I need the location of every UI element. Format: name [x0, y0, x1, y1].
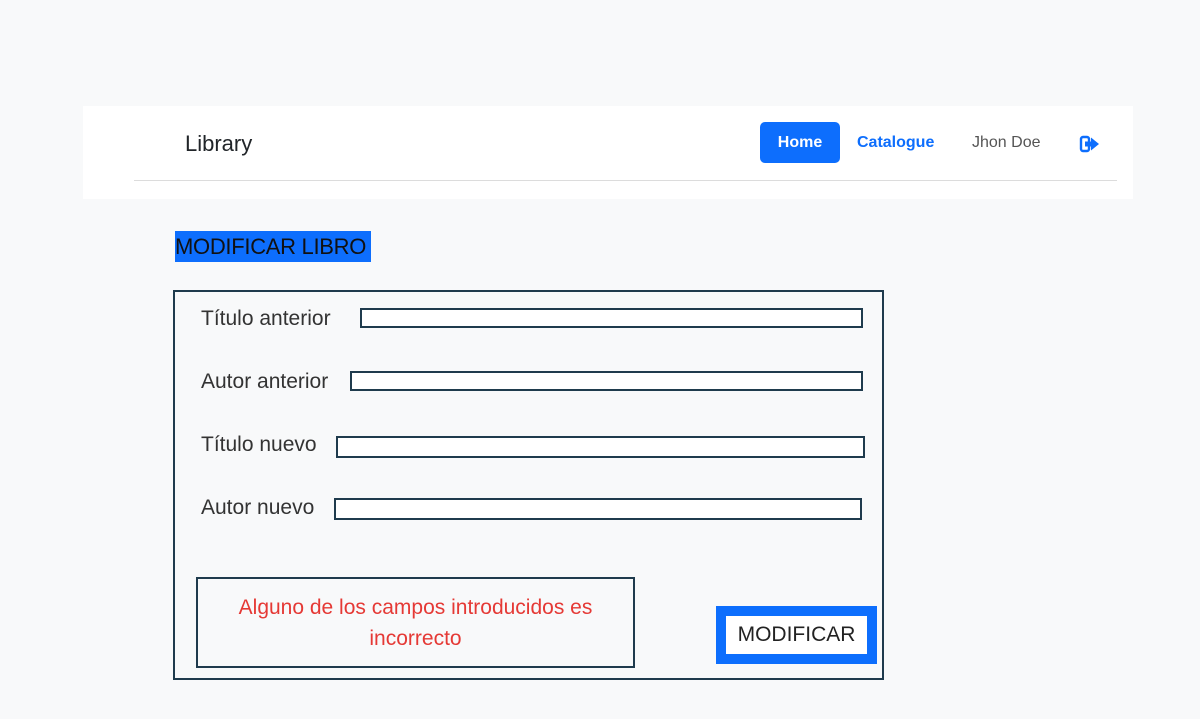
error-message: Alguno de los campos introducidos es inc…	[196, 577, 635, 668]
new-author-label: Autor nuevo	[201, 496, 315, 519]
brand-logo[interactable]: Library	[185, 131, 252, 157]
nav-catalogue-link[interactable]: Catalogue	[857, 134, 934, 152]
user-name[interactable]: Jhon Doe	[972, 134, 1041, 152]
new-title-label: Título nuevo	[201, 433, 317, 456]
nav-home-link[interactable]: Home	[760, 122, 840, 163]
old-author-label: Autor anterior	[201, 370, 329, 393]
old-author-input[interactable]	[350, 371, 863, 391]
new-author-input[interactable]	[334, 498, 862, 520]
old-title-input[interactable]	[360, 308, 863, 328]
navbar-divider	[134, 180, 1117, 181]
navbar: Library Home Catalogue Jhon Doe	[83, 106, 1133, 199]
old-title-label: Título anterior	[201, 307, 331, 330]
modify-button[interactable]: MODIFICAR	[716, 606, 877, 664]
error-message-text: Alguno de los campos introducidos es inc…	[238, 595, 593, 650]
page-title: MODIFICAR LIBRO	[175, 231, 372, 262]
new-title-input[interactable]	[336, 436, 865, 458]
sign-out-icon[interactable]	[1079, 134, 1101, 154]
